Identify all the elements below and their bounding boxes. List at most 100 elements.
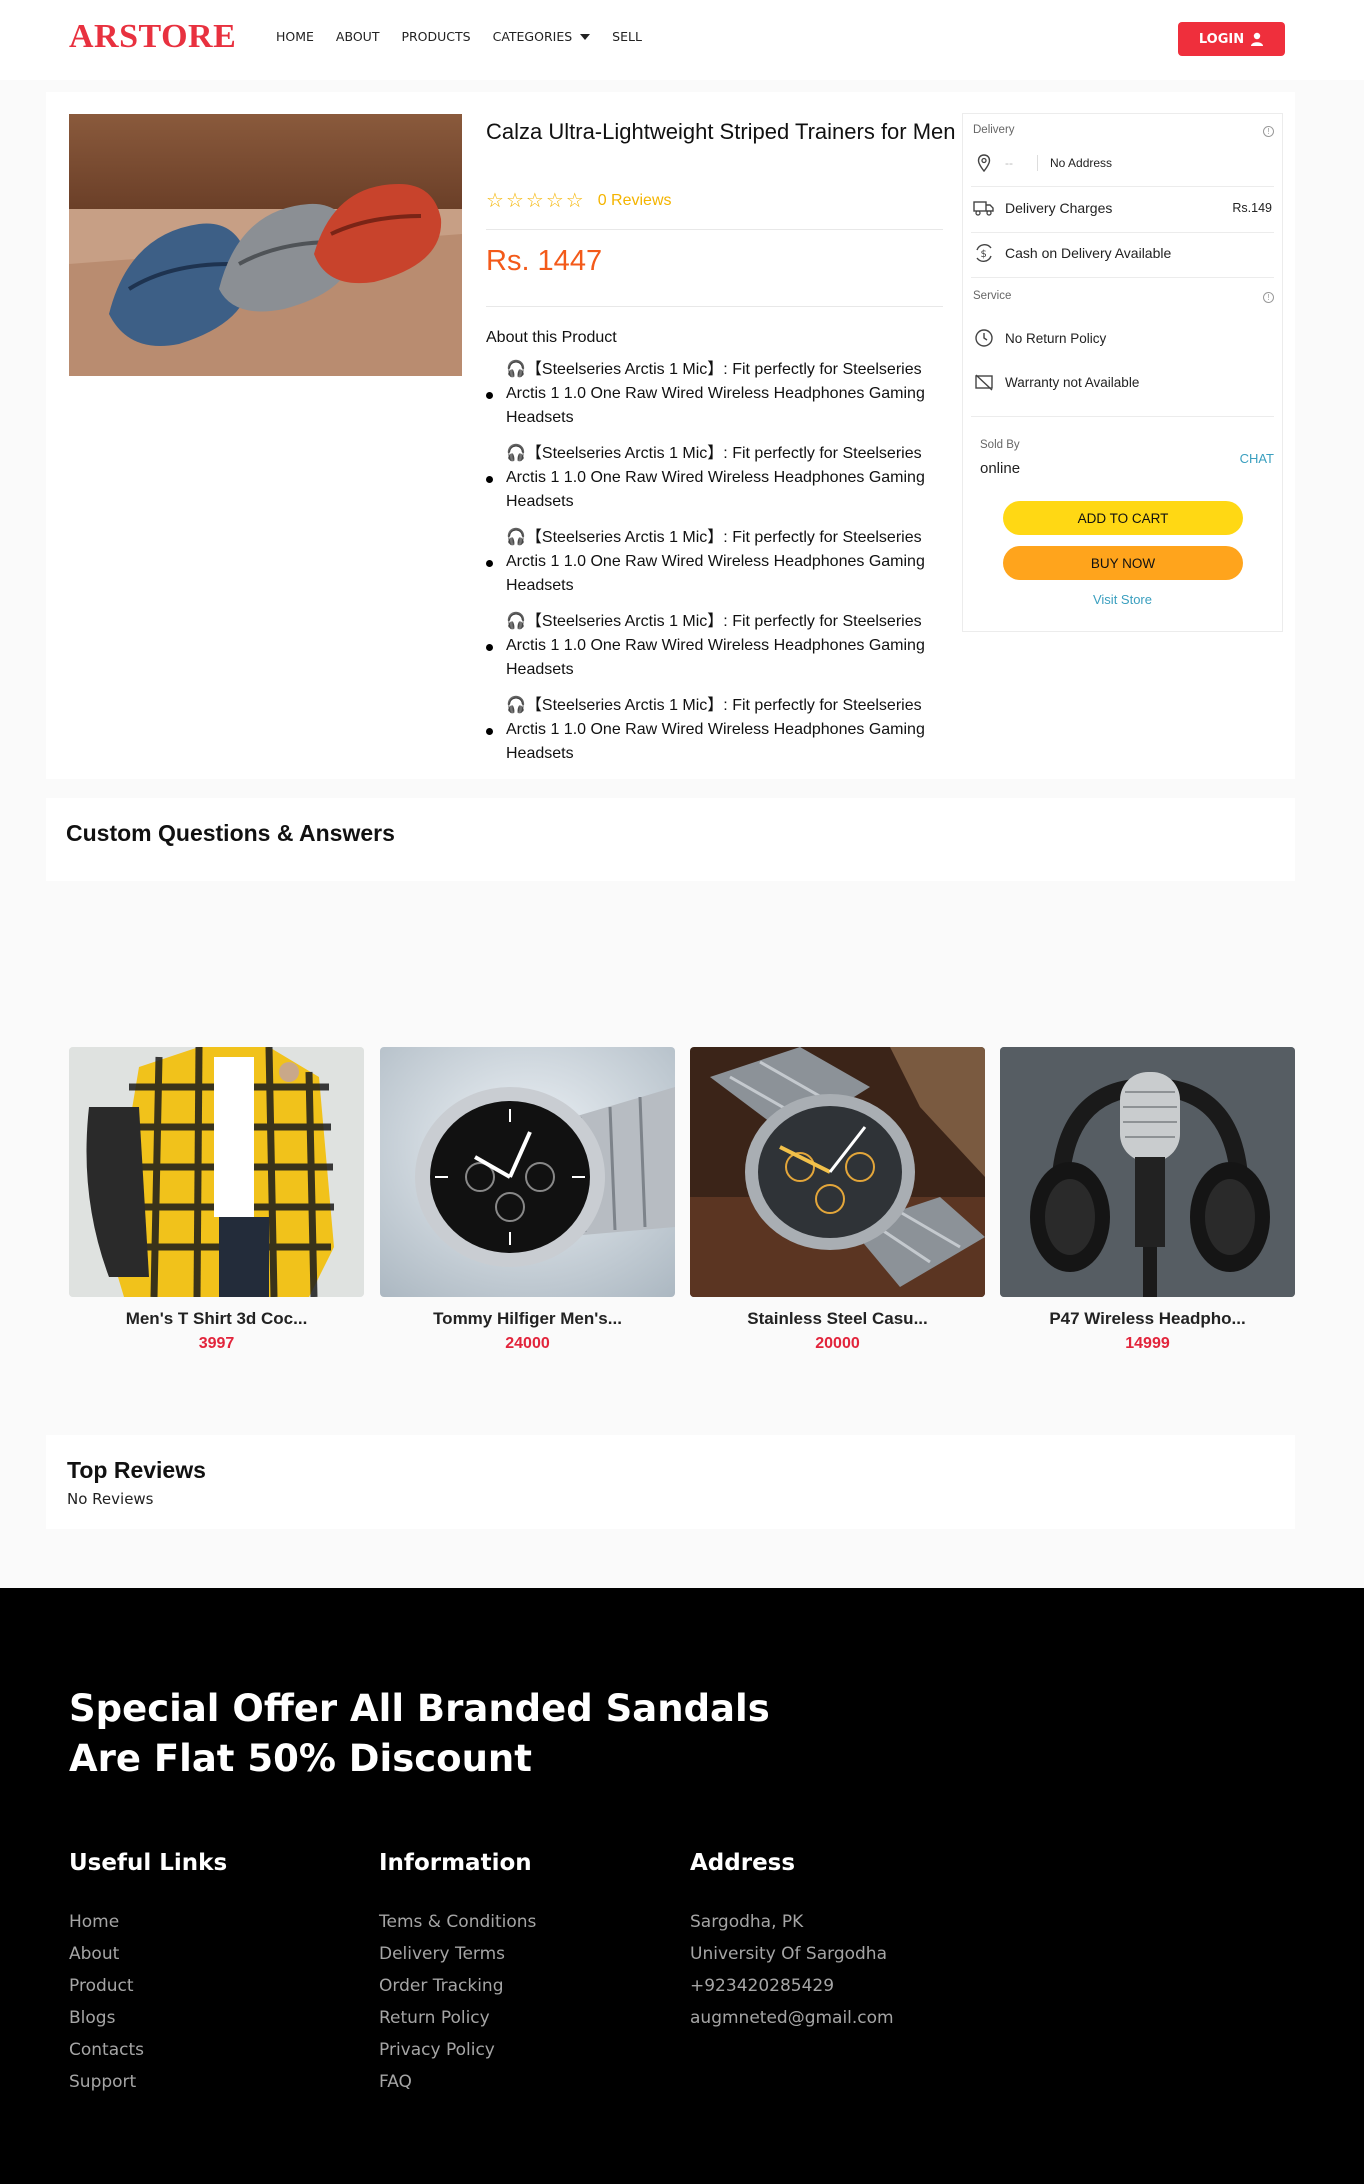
site-logo[interactable]: ARSTORE <box>69 18 236 56</box>
divider <box>971 277 1274 278</box>
warranty-text: Warranty not Available <box>1005 374 1140 390</box>
headphones-icon: 🎧 <box>506 613 526 630</box>
feature-text: 【Steelseries Arctis 1 Mic】: Fit perfectl… <box>506 697 925 762</box>
cod-text: Cash on Delivery Available <box>1005 245 1172 261</box>
nav-links: HOME ABOUT PRODUCTS CATEGORIES SELL <box>276 29 664 44</box>
star-icon: ☆ <box>486 190 504 212</box>
seller-name: online <box>980 460 1021 477</box>
offer-banner-text: Special Offer All Branded Sandals Are Fl… <box>69 1687 770 1780</box>
headphones-photo <box>1000 1047 1295 1297</box>
footer-link-product[interactable]: Product <box>69 1970 227 2002</box>
delivery-panel: Delivery ! -- No Address Delivery Charge… <box>962 113 1283 632</box>
address-column: Address Sargodha, PK University Of Sargo… <box>690 1850 894 2034</box>
sold-by-label: Sold By <box>980 439 1020 451</box>
information-column: Information Tems & Conditions Delivery T… <box>379 1850 536 2098</box>
qa-section: Custom Questions & Answers <box>46 798 1295 881</box>
related-product-name[interactable]: P47 Wireless Headpho... <box>1000 1309 1295 1329</box>
shirt-photo <box>69 1047 364 1297</box>
address-dash: -- <box>1005 156 1013 170</box>
footer-link-order-tracking[interactable]: Order Tracking <box>379 1970 536 2002</box>
top-reviews-title: Top Reviews <box>67 1457 206 1483</box>
warranty-row: Warranty not Available <box>973 371 1272 393</box>
related-product-card[interactable]: Tommy Hilfiger Men's... 24000 <box>380 1047 675 1353</box>
footer-link-home[interactable]: Home <box>69 1906 227 1938</box>
info-icon[interactable]: ! <box>1263 126 1274 137</box>
buy-now-button[interactable]: BUY NOW <box>1003 546 1243 580</box>
star-icon: ☆ <box>565 190 584 212</box>
address-phone[interactable]: +923420285429 <box>690 1970 894 2002</box>
footer-link-return-policy[interactable]: Return Policy <box>379 2002 536 2034</box>
footer: Special Offer All Branded Sandals Are Fl… <box>0 1588 1364 2184</box>
list-item: 🎧【Steelseries Arctis 1 Mic】: Fit perfect… <box>486 694 956 766</box>
loafers-photo <box>69 114 462 376</box>
list-item: 🎧【Steelseries Arctis 1 Mic】: Fit perfect… <box>486 442 956 514</box>
feature-text: 【Steelseries Arctis 1 Mic】: Fit perfectl… <box>506 361 925 426</box>
nav-about[interactable]: ABOUT <box>336 29 380 44</box>
footer-link-terms[interactable]: Tems & Conditions <box>379 1906 536 1938</box>
product-title: Calza Ultra-Lightweight Striped Trainers… <box>486 119 956 144</box>
no-warranty-icon <box>973 371 995 393</box>
feature-text: 【Steelseries Arctis 1 Mic】: Fit perfectl… <box>506 445 925 510</box>
divider <box>971 416 1274 417</box>
address-row[interactable]: -- No Address <box>973 152 1272 174</box>
user-icon <box>1251 32 1264 46</box>
bullet-icon <box>486 644 493 651</box>
return-policy-text: No Return Policy <box>1005 330 1107 346</box>
chevron-down-icon <box>580 33 591 40</box>
headphones-icon: 🎧 <box>506 529 526 546</box>
list-item: 🎧【Steelseries Arctis 1 Mic】: Fit perfect… <box>486 358 956 430</box>
reviews-count-link[interactable]: 0 Reviews <box>598 192 672 210</box>
delivery-charges-row: Delivery Charges Rs.149 <box>973 197 1272 219</box>
star-icon: ☆ <box>525 190 544 212</box>
qa-title: Custom Questions & Answers <box>66 820 395 846</box>
rating-stars: ☆ ☆ ☆ ☆ ☆ 0 Reviews <box>486 188 672 213</box>
nav-categories[interactable]: CATEGORIES <box>493 29 591 44</box>
truck-icon <box>973 197 995 219</box>
related-product-name[interactable]: Stainless Steel Casu... <box>690 1309 985 1329</box>
visit-store-link[interactable]: Visit Store <box>963 592 1282 607</box>
footer-link-delivery-terms[interactable]: Delivery Terms <box>379 1938 536 1970</box>
top-navbar: ARSTORE HOME ABOUT PRODUCTS CATEGORIES S… <box>0 0 1364 80</box>
nav-products[interactable]: PRODUCTS <box>401 29 470 44</box>
related-product-price: 24000 <box>505 1335 550 1352</box>
footer-link-privacy-policy[interactable]: Privacy Policy <box>379 2034 536 2066</box>
footer-link-blogs[interactable]: Blogs <box>69 2002 227 2034</box>
product-price: Rs. 1447 <box>486 245 603 277</box>
footer-link-support[interactable]: Support <box>69 2066 227 2098</box>
address-email[interactable]: augmneted@gmail.com <box>690 2002 894 2034</box>
related-product-card[interactable]: Men's T Shirt 3d Coc... 3997 <box>69 1047 364 1353</box>
divider <box>486 229 943 230</box>
divider <box>486 306 943 307</box>
useful-links-column: Useful Links Home About Product Blogs Co… <box>69 1850 227 2098</box>
location-pin-icon <box>973 152 995 174</box>
footer-link-contacts[interactable]: Contacts <box>69 2034 227 2066</box>
add-to-cart-button[interactable]: ADD TO CART <box>1003 501 1243 535</box>
footer-link-about[interactable]: About <box>69 1938 227 1970</box>
cash-cycle-icon: $ <box>973 242 995 264</box>
footer-link-faq[interactable]: FAQ <box>379 2066 536 2098</box>
feature-text: 【Steelseries Arctis 1 Mic】: Fit perfectl… <box>506 613 925 678</box>
info-icon[interactable]: ! <box>1263 292 1274 303</box>
related-product-name[interactable]: Tommy Hilfiger Men's... <box>380 1309 675 1329</box>
product-image[interactable] <box>69 114 462 376</box>
service-label: Service <box>973 290 1012 302</box>
no-reviews-text: No Reviews <box>67 1490 154 1508</box>
information-title: Information <box>379 1850 532 1876</box>
related-product-name[interactable]: Men's T Shirt 3d Coc... <box>69 1309 364 1329</box>
bullet-icon <box>486 728 493 735</box>
watch-photo <box>380 1047 675 1297</box>
address-title: Address <box>690 1850 796 1876</box>
delivery-charges-value: Rs.149 <box>1232 201 1272 215</box>
headphones-icon: 🎧 <box>506 445 526 462</box>
headphones-icon: 🎧 <box>506 697 526 714</box>
address-city: Sargodha, PK <box>690 1912 804 1932</box>
bullet-icon <box>486 560 493 567</box>
related-product-card[interactable]: P47 Wireless Headpho... 14999 <box>1000 1047 1295 1353</box>
nav-sell[interactable]: SELL <box>612 29 642 44</box>
chat-link[interactable]: CHAT <box>1240 451 1274 466</box>
login-label: LOGIN <box>1198 31 1245 47</box>
feature-text: 【Steelseries Arctis 1 Mic】: Fit perfectl… <box>506 529 925 594</box>
related-product-card[interactable]: Stainless Steel Casu... 20000 <box>690 1047 985 1353</box>
login-button[interactable]: LOGIN <box>1178 22 1285 56</box>
nav-home[interactable]: HOME <box>276 29 314 44</box>
